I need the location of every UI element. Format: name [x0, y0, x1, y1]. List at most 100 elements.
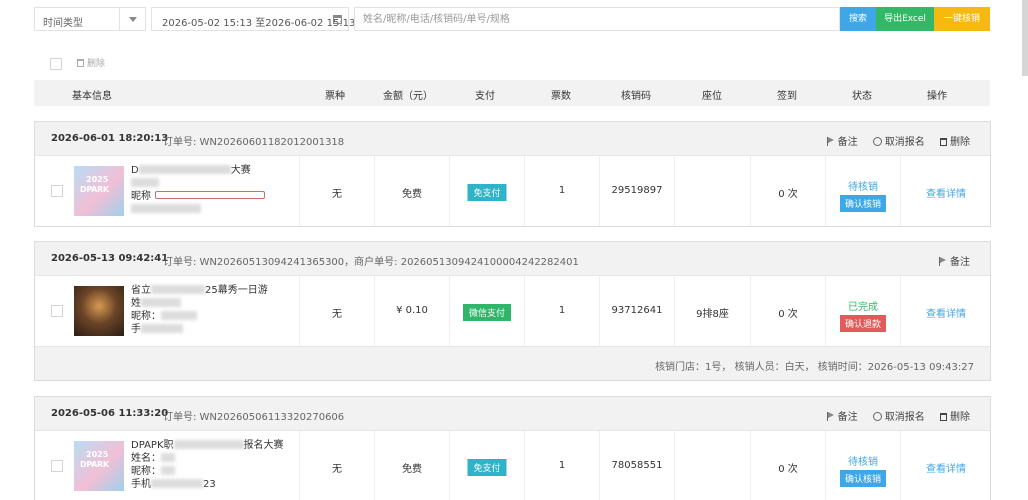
checkin-cell: 0 次	[750, 431, 825, 500]
row-checkbox[interactable]	[51, 185, 63, 197]
nickname-label: 昵称：	[131, 466, 161, 477]
checkin-count: 0 次	[778, 309, 798, 320]
status-group: 待核销 确认核销	[839, 453, 887, 487]
status-cell: 待核销 确认核销	[825, 431, 900, 500]
order-card: 2026-05-13 09:42:41 订单号: WN2026051309424…	[34, 241, 991, 381]
name-label: 姓名：	[131, 453, 161, 464]
search-button[interactable]: 搜索	[840, 7, 876, 31]
delete-label: 删除	[950, 137, 970, 148]
view-details-link[interactable]: 查看详情	[926, 185, 966, 200]
ticket-type-cell: 无	[299, 156, 374, 226]
vertical-scrollbar[interactable]	[1022, 0, 1028, 76]
col-verify-code: 核销码	[621, 91, 651, 102]
table-row: D大赛 昵称 无 免费 免支付 1 29519897 0 次 待核销 确认核销 …	[35, 156, 990, 226]
order-number: 订单号: WN20260506113320270606	[163, 412, 345, 423]
basic-info-cell: DPAPK职 报名大赛 姓名： 昵称： 手机 23	[35, 431, 299, 500]
amount: 免费	[402, 464, 422, 475]
remark-button[interactable]: 备注	[826, 412, 858, 423]
cancel-label: 取消报名	[884, 412, 925, 423]
ticket-type-cell: 无	[299, 276, 374, 346]
trash-icon	[940, 413, 947, 421]
col-quantity: 票数	[551, 91, 571, 102]
chevron-down-icon[interactable]	[119, 8, 145, 30]
verify-all-button[interactable]: 一键核销	[934, 7, 990, 31]
cancel-registration-button[interactable]: 取消报名	[872, 137, 925, 148]
cancel-registration-button[interactable]: 取消报名	[872, 412, 925, 423]
checkin-cell: 0 次	[750, 156, 825, 226]
verify-code-cell: 93712641	[599, 276, 674, 346]
verification-info: 核销门店：1号， 核销人员：白天， 核销时间：2026-05-13 09:43:…	[655, 362, 974, 373]
bulk-delete-button[interactable]: 删除	[77, 56, 105, 69]
date-range-picker[interactable]: 2026-05-02 15:13 至2026-06-02 15:13	[151, 7, 355, 31]
order-header: 2026-05-06 11:33:20 订单号: WN2026050611332…	[35, 397, 990, 431]
row-checkbox[interactable]	[51, 305, 63, 317]
table-header: 基本信息 票种 金额（元） 支付 票数 核销码 座位 签到 状态 操作	[34, 80, 990, 106]
bulk-delete-label: 删除	[87, 59, 106, 69]
view-details-link[interactable]: 查看详情	[926, 305, 966, 320]
checkin-count: 0 次	[778, 189, 798, 200]
name-label: 姓	[131, 298, 141, 309]
ticket-type: 无	[332, 309, 342, 320]
trash-icon	[940, 138, 947, 146]
quantity: 1	[558, 460, 566, 471]
seat-cell	[674, 431, 750, 500]
order-actions: 备注 取消报名 删除	[815, 408, 970, 423]
remark-button[interactable]: 备注	[826, 137, 858, 148]
verify-code: 93712641	[611, 305, 663, 316]
event-title-suffix: 大赛	[230, 165, 251, 176]
col-payment: 支付	[475, 91, 495, 102]
quantity-cell: 1	[524, 431, 599, 500]
delete-button[interactable]: 删除	[940, 137, 970, 148]
power-icon	[872, 412, 882, 421]
col-actions: 操作	[927, 91, 947, 102]
row-checkbox[interactable]	[51, 460, 63, 472]
confirm-verify-button[interactable]: 确认核销	[839, 470, 887, 487]
actions-cell: 查看详情	[900, 156, 991, 226]
verify-code-cell: 29519897	[599, 156, 674, 226]
event-title-prefix: D	[131, 165, 139, 176]
col-seat: 座位	[702, 91, 722, 102]
order-actions: 备注 取消报名 删除	[815, 133, 970, 148]
select-all-checkbox[interactable]	[50, 58, 62, 70]
cancel-label: 取消报名	[884, 137, 925, 148]
order-header: 2026-06-01 18:20:13 订单号: WN2026060118201…	[35, 122, 990, 156]
event-title-suffix: 报名大赛	[243, 440, 284, 451]
col-status: 状态	[852, 91, 872, 102]
col-ticket-type: 票种	[325, 91, 345, 102]
ticket-type: 无	[332, 189, 342, 200]
table-row: DPAPK职 报名大赛 姓名： 昵称： 手机 23 无 免费 免支付 1 78058…	[35, 431, 990, 500]
payment-cell: 免支付	[449, 156, 524, 226]
confirm-refund-button[interactable]: 确认退款	[839, 315, 887, 332]
nickname-label: 昵称	[131, 191, 151, 202]
event-title-suffix: 25幕秀一日游	[205, 285, 268, 296]
ticket-type-cell: 无	[299, 431, 374, 500]
col-basic-info: 基本信息	[72, 91, 112, 102]
registrant-info: DPAPK职 报名大赛 姓名： 昵称： 手机 23	[131, 439, 284, 491]
order-number: 订单号: WN20260513094241365300，商户单号: 202605…	[163, 257, 579, 268]
view-details-link[interactable]: 查看详情	[926, 460, 966, 475]
payment-cell: 免支付	[449, 431, 524, 500]
search-input[interactable]	[354, 7, 840, 31]
delete-button[interactable]: 删除	[940, 412, 970, 423]
remark-label: 备注	[837, 137, 858, 148]
payment-badge: 免支付	[467, 184, 507, 201]
basic-info-cell: D 大赛 昵称	[35, 156, 299, 226]
amount-cell: 免费	[374, 156, 449, 226]
amount-cell: 免费	[374, 431, 449, 500]
seat-cell	[674, 156, 750, 226]
status-cell: 待核销 确认核销	[825, 156, 900, 226]
flag-icon	[826, 412, 834, 421]
remark-button[interactable]: 备注	[939, 257, 970, 268]
order-card: 2026-05-06 11:33:20 订单号: WN2026050611332…	[34, 396, 991, 500]
phone-suffix: 23	[203, 479, 216, 490]
order-datetime: 2026-05-13 09:42:41	[51, 253, 169, 264]
confirm-verify-button[interactable]: 确认核销	[839, 195, 887, 212]
remark-label: 备注	[837, 412, 858, 423]
trash-icon	[77, 59, 84, 67]
time-type-select[interactable]: 时间类型	[34, 7, 146, 31]
remark-label: 备注	[950, 257, 970, 268]
status-text: 待核销	[847, 457, 878, 468]
payment-badge: 微信支付	[462, 304, 512, 321]
quantity: 1	[558, 185, 566, 196]
export-excel-button[interactable]: 导出Excel	[876, 7, 934, 31]
